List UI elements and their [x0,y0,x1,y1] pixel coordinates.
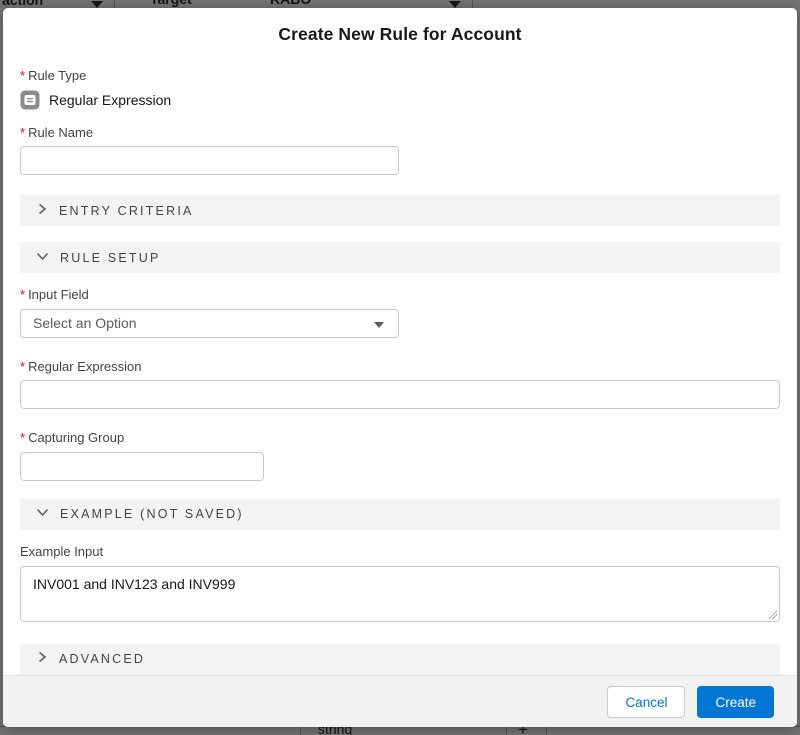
chevron-down-icon [36,249,49,267]
rule-type-text: Regular Expression [49,92,171,108]
section-entry-criteria[interactable]: ENTRY CRITERIA [20,195,780,226]
text-snippet-icon [20,90,40,110]
input-field-select[interactable]: Select an Option [20,309,399,338]
chevron-right-icon [36,650,48,668]
dropdown-arrow-icon [374,322,384,328]
example-input-wrap: INV001 and INV123 and INV999 [20,566,780,622]
rule-type-label: * Rule Type [20,68,780,84]
create-rule-modal: Create New Rule for Account * Rule Type … [3,8,797,727]
required-asterisk: * [20,359,25,375]
capturing-group-label: * Capturing Group [20,430,780,446]
required-asterisk: * [20,68,25,84]
rule-name-label: * Rule Name [20,125,780,141]
chevron-right-icon [36,202,48,220]
rule-name-input[interactable] [20,146,399,175]
cancel-button[interactable]: Cancel [607,686,685,718]
capturing-group-input[interactable] [20,452,264,481]
regular-expression-label: * Regular Expression [20,359,780,375]
example-input-textarea[interactable]: INV001 and INV123 and INV999 [20,566,780,622]
section-rule-setup[interactable]: RULE SETUP [20,242,780,273]
regular-expression-input[interactable] [20,380,780,409]
section-advanced[interactable]: ADVANCED [20,644,780,675]
modal-header: Create New Rule for Account [3,8,797,60]
resize-handle-icon[interactable] [768,610,777,619]
section-example-not-saved[interactable]: EXAMPLE (NOT SAVED) [20,499,780,530]
input-field-label: * Input Field [20,287,780,303]
modal-title: Create New Rule for Account [278,24,521,45]
example-input-label: Example Input [20,544,780,560]
select-placeholder: Select an Option [33,315,137,331]
required-asterisk: * [20,287,25,303]
modal-footer: Cancel Create [3,675,797,727]
required-asterisk: * [20,430,25,446]
create-button[interactable]: Create [697,686,774,718]
required-asterisk: * [20,125,25,141]
rule-type-value: Regular Expression [20,90,780,110]
modal-body: * Rule Type Regular Expression * Rule Na… [3,60,797,675]
chevron-down-icon [36,505,49,523]
